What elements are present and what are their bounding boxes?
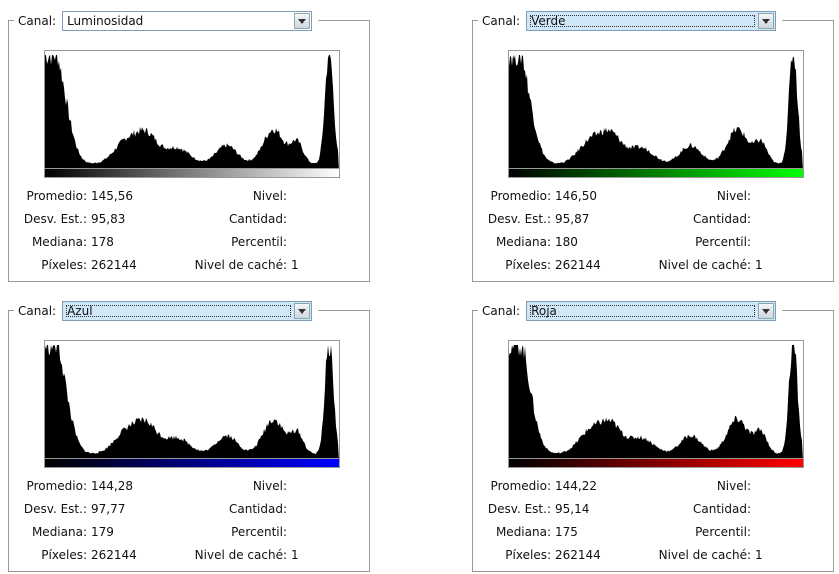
stat-std: Desv. Est.: 95,83: [23, 212, 126, 226]
channel-gradient-bar: [508, 168, 804, 178]
channel-gradient-bar: [44, 168, 340, 178]
channel-header: Canal: Azul: [14, 300, 319, 322]
histogram-area: [509, 55, 803, 171]
stat-median: Mediana: 175: [495, 525, 578, 539]
stat-cache-level: Nivel de caché: 1: [658, 258, 763, 272]
channel-select-value: Roja: [529, 304, 756, 318]
stat-cache-level: Nivel de caché: 1: [658, 548, 763, 562]
channel-select[interactable]: Roja: [526, 301, 777, 321]
chevron-down-icon[interactable]: [294, 303, 311, 319]
histogram-chart: [508, 50, 804, 172]
stat-median: Mediana: 179: [31, 525, 114, 539]
histogram-graph: [45, 55, 339, 171]
stat-pixels: Píxeles: 262144: [41, 258, 137, 272]
chevron-down-icon[interactable]: [758, 303, 775, 319]
stat-std: Desv. Est.: 97,77: [23, 502, 126, 516]
stat-level: Nivel:: [252, 479, 287, 493]
stat-std: Desv. Est.: 95,87: [487, 212, 590, 226]
channel-header: Canal: Verde: [478, 10, 783, 32]
histogram-area: [45, 55, 339, 171]
stat-percentile: Percentil:: [231, 525, 287, 539]
stat-cache-level: Nivel de caché: 1: [194, 548, 299, 562]
histogram-chart: [508, 340, 804, 462]
channel-gradient-bar: [508, 458, 804, 468]
histogram-graph: [45, 345, 339, 461]
stat-count: Cantidad:: [228, 212, 287, 226]
stat-median: Mediana: 178: [31, 235, 114, 249]
histogram-panel-luminosity: Canal: Luminosidad Promedio: 145,56 Desv.…: [2, 2, 370, 282]
stat-mean: Promedio: 144,22: [490, 479, 597, 493]
stat-level: Nivel:: [716, 189, 751, 203]
histogram-panel-green: Canal: Verde Promedio: 146,50 Desv. Est.:…: [466, 2, 834, 282]
stat-pixels: Píxeles: 262144: [41, 548, 137, 562]
channel-select-value: Verde: [529, 14, 756, 28]
channel-select-value: Azul: [65, 304, 292, 318]
stat-count: Cantidad:: [692, 212, 751, 226]
stat-percentile: Percentil:: [695, 525, 751, 539]
stat-std: Desv. Est.: 95,14: [487, 502, 590, 516]
stat-pixels: Píxeles: 262144: [505, 548, 601, 562]
stat-mean: Promedio: 146,50: [490, 189, 597, 203]
stat-median: Mediana: 180: [495, 235, 578, 249]
channel-label: Canal:: [482, 14, 521, 28]
channel-select[interactable]: Luminosidad: [62, 11, 313, 31]
stat-cache-level: Nivel de caché: 1: [194, 258, 299, 272]
channel-label: Canal:: [18, 14, 57, 28]
channel-select[interactable]: Azul: [62, 301, 313, 321]
channel-select[interactable]: Verde: [526, 11, 777, 31]
channel-select-value: Luminosidad: [67, 14, 144, 28]
channel-header: Canal: Roja: [478, 300, 783, 322]
channel-header: Canal: Luminosidad: [14, 10, 319, 32]
channel-label: Canal:: [18, 304, 57, 318]
histogram-panel-red: Canal: Roja Promedio: 144,22 Desv. Est.: 9…: [466, 292, 834, 572]
stat-percentile: Percentil:: [231, 235, 287, 249]
histogram-panel-blue: Canal: Azul Promedio: 144,28 Desv. Est.: 9…: [2, 292, 370, 572]
stat-level: Nivel:: [252, 189, 287, 203]
histogram-area: [509, 345, 803, 461]
stat-pixels: Píxeles: 262144: [505, 258, 601, 272]
histogram-area: [45, 345, 339, 461]
histogram-chart: [44, 50, 340, 172]
stat-percentile: Percentil:: [695, 235, 751, 249]
histogram-graph: [509, 345, 803, 461]
stat-mean: Promedio: 145,56: [26, 189, 133, 203]
chevron-down-icon[interactable]: [294, 13, 311, 29]
stat-count: Cantidad:: [228, 502, 287, 516]
histogram-graph: [509, 55, 803, 171]
histogram-chart: [44, 340, 340, 462]
channel-label: Canal:: [482, 304, 521, 318]
stat-mean: Promedio: 144,28: [26, 479, 133, 493]
stat-count: Cantidad:: [692, 502, 751, 516]
chevron-down-icon[interactable]: [758, 13, 775, 29]
channel-gradient-bar: [44, 458, 340, 468]
stat-level: Nivel:: [716, 479, 751, 493]
